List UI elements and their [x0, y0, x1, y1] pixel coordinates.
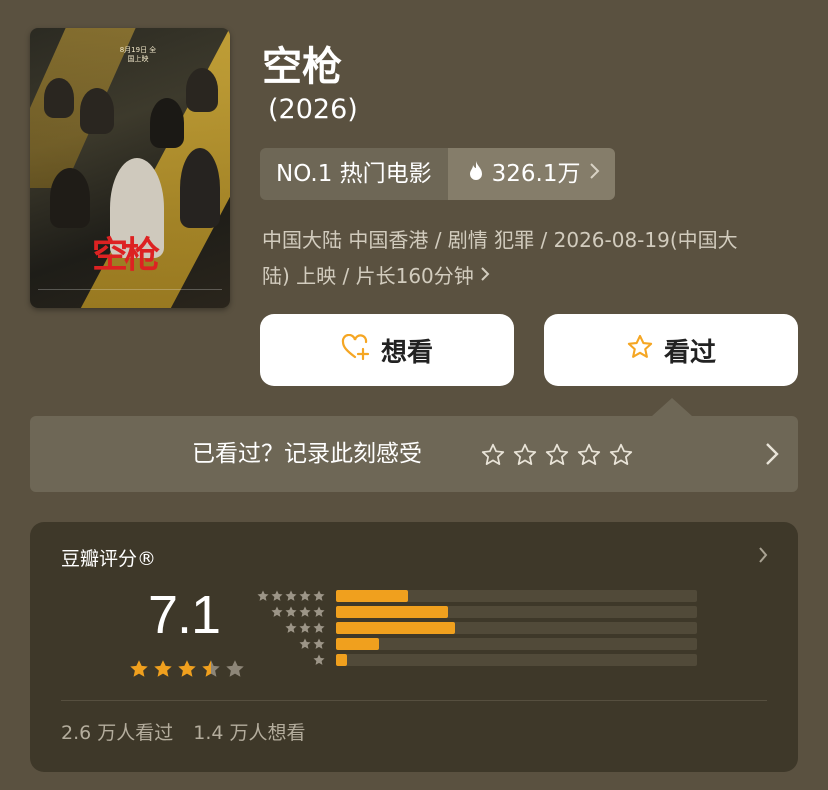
star-outline-icon: [626, 333, 654, 368]
chevron-right-icon: [480, 258, 490, 294]
chevron-right-icon[interactable]: [764, 440, 780, 472]
heart-plus-icon: [341, 333, 371, 367]
poster-figure: [180, 148, 220, 228]
poster-credits: [38, 289, 222, 300]
distribution-stars: [256, 589, 326, 603]
movie-meta[interactable]: 中国大陆 中国香港 / 剧情 犯罪 / 2026-08-19(中国大 陆) 上映…: [262, 222, 792, 294]
distribution-stars: [312, 653, 326, 667]
mini-star-icon: [299, 638, 311, 649]
distribution-bar-track: [336, 638, 697, 650]
rating-score: 7.1: [148, 585, 221, 645]
mini-star-icon: [313, 654, 325, 665]
chevron-right-icon: [589, 148, 601, 200]
mini-star-icon: [285, 606, 297, 617]
distribution-bar-fill: [336, 638, 379, 650]
distribution-bar-fill: [336, 654, 347, 666]
star-outline-icon[interactable]: [608, 442, 634, 472]
mini-star-icon: [285, 590, 297, 601]
seen-label: 看过: [663, 337, 716, 368]
record-prompt: 已看过？记录此刻感受: [192, 441, 422, 467]
star-empty-icon: [224, 658, 246, 684]
mini-star-icon: [271, 606, 283, 617]
poster-date: 8月19日 全国上映: [119, 46, 157, 63]
meta-line-2: 陆) 上映 / 片长160分钟: [262, 264, 474, 288]
seen-button[interactable]: 看过: [544, 314, 798, 386]
watch-counts: 2.6 万人看过 1.4 万人想看: [61, 718, 306, 745]
mini-star-icon: [313, 638, 325, 649]
movie-title: 空枪: [262, 44, 342, 90]
distribution-bar-track: [336, 606, 697, 618]
distribution-bar-track: [336, 654, 697, 666]
star-outline-icon[interactable]: [512, 442, 538, 472]
mini-star-icon: [299, 590, 311, 601]
distribution-bar-track: [336, 622, 697, 634]
rank-badge[interactable]: NO.1 热门电影 326.1万: [260, 148, 615, 200]
distribution-bar-fill: [336, 590, 408, 602]
distribution-stars: [284, 621, 326, 635]
poster-figure: [50, 168, 90, 228]
star-outline-icon[interactable]: [544, 442, 570, 472]
movie-poster[interactable]: 8月19日 全国上映 空枪: [30, 28, 230, 308]
movie-year: (2026): [268, 94, 358, 125]
heat-section[interactable]: 326.1万: [447, 148, 615, 200]
want-count: 1.4 万人想看: [193, 722, 306, 744]
mini-star-icon: [313, 622, 325, 633]
record-feeling-bar[interactable]: 已看过？记录此刻感受: [30, 416, 798, 492]
star-filled-icon: [128, 658, 150, 684]
seen-count: 2.6 万人看过: [61, 722, 174, 744]
distribution-stars: [298, 637, 326, 651]
poster-figure: [80, 88, 114, 134]
rank-label: NO.1 热门电影: [260, 148, 448, 200]
heat-value: 326.1万: [491, 161, 581, 187]
mini-star-icon: [313, 590, 325, 601]
poster-figure: [44, 78, 74, 118]
douban-rating-card[interactable]: 豆瓣评分® 7.1 2.6 万人看过 1.4 万人想看: [30, 522, 798, 772]
star-filled-icon: [176, 658, 198, 684]
distribution-bar-fill: [336, 606, 448, 618]
mini-star-icon: [257, 590, 269, 601]
mini-star-icon: [285, 622, 297, 633]
want-label: 想看: [380, 337, 433, 368]
star-outline-icon[interactable]: [480, 442, 506, 472]
mini-star-icon: [271, 590, 283, 601]
mini-star-icon: [313, 606, 325, 617]
rating-label: 豆瓣评分®: [61, 548, 157, 570]
poster-figure: [186, 68, 218, 112]
mini-star-icon: [299, 622, 311, 633]
star-half-icon: [200, 658, 222, 684]
mini-star-icon: [299, 606, 311, 617]
chevron-right-icon[interactable]: [758, 546, 768, 568]
star-filled-icon: [152, 658, 174, 684]
star-outline-icon[interactable]: [576, 442, 602, 472]
distribution-bar-track: [336, 590, 697, 602]
distribution-bar-fill: [336, 622, 455, 634]
poster-title: 空枪: [92, 234, 160, 276]
average-star-rating: [128, 658, 246, 684]
divider: [61, 700, 767, 701]
record-star-rating[interactable]: [480, 442, 634, 472]
flame-icon: [468, 148, 484, 200]
want-to-watch-button[interactable]: 想看: [260, 314, 514, 386]
distribution-stars: [270, 605, 326, 619]
pointer-arrow: [652, 398, 692, 416]
meta-line-1: 中国大陆 中国香港 / 剧情 犯罪 / 2026-08-19(中国大: [262, 228, 738, 252]
poster-figure: [150, 98, 184, 148]
